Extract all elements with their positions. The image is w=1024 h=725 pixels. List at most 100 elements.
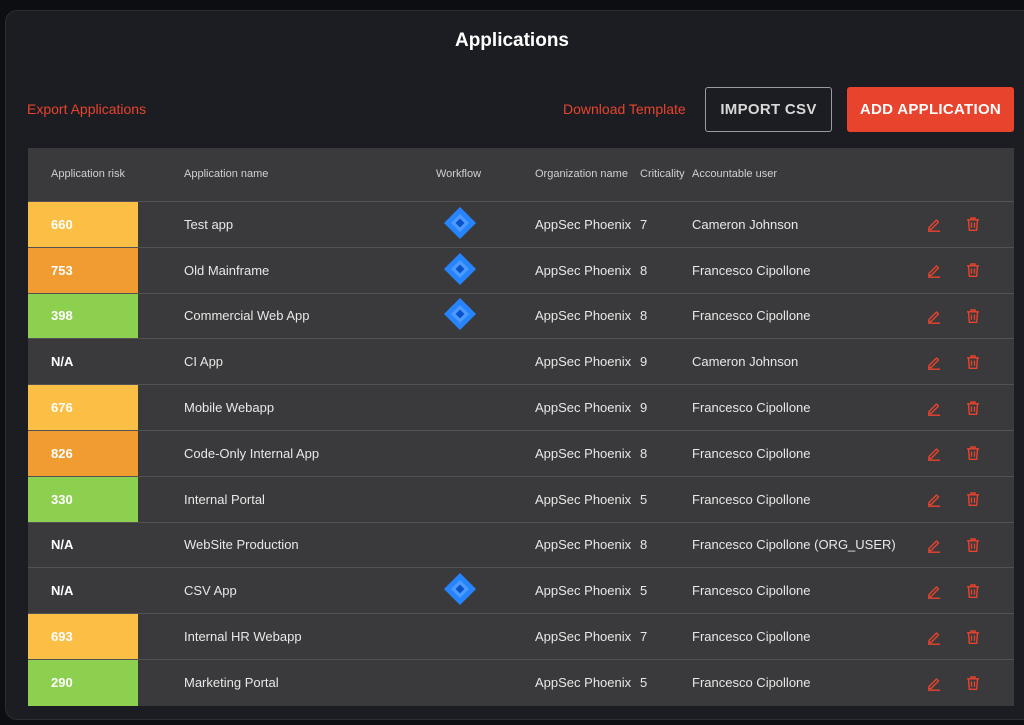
organization-name: AppSec Phoenix <box>535 308 632 324</box>
page-title: Applications <box>454 30 569 51</box>
add-application-button[interactable]: ADD APPLICATION <box>847 87 1014 132</box>
application-name[interactable]: Test app <box>184 202 233 247</box>
download-template-link[interactable]: Download Template <box>563 101 686 117</box>
trash-icon[interactable] <box>963 248 983 293</box>
criticality-value: 9 <box>640 354 648 370</box>
organization-name: AppSec Phoenix <box>535 445 632 461</box>
workflow-cell <box>442 248 478 293</box>
workflow-cell <box>442 477 478 522</box>
risk-score: N/A <box>51 537 74 553</box>
column-header-workflow[interactable]: Workflow <box>436 168 481 180</box>
organization-name: AppSec Phoenix <box>535 583 632 599</box>
accountable-user: Francesco Cipollone <box>692 445 811 461</box>
column-header-accountable-user[interactable]: Accountable user <box>692 168 777 180</box>
criticality-value: 8 <box>640 537 648 553</box>
trash-icon[interactable] <box>963 294 983 339</box>
risk-score: 290 <box>28 659 138 706</box>
edit-icon[interactable] <box>924 568 944 613</box>
trash-icon[interactable] <box>963 339 983 384</box>
workflow-cell <box>442 660 478 706</box>
table-row[interactable]: 398 Commercial Web App AppSec Phoenix 8 … <box>28 293 1014 340</box>
accountable-user: Cameron Johnson <box>692 216 799 232</box>
application-name[interactable]: Internal HR Webapp <box>184 614 302 659</box>
organization-name: AppSec Phoenix <box>535 491 632 507</box>
accountable-user: Francesco Cipollone <box>692 308 811 324</box>
risk-score: 676 <box>28 385 138 430</box>
workflow-cell <box>442 614 478 659</box>
table-row[interactable]: 753 Old Mainframe AppSec Phoenix 8 Franc… <box>28 247 1014 294</box>
trash-icon[interactable] <box>963 568 983 613</box>
edit-icon[interactable] <box>924 660 944 706</box>
criticality-value: 5 <box>640 675 648 691</box>
edit-icon[interactable] <box>924 431 944 476</box>
criticality-value: 7 <box>640 629 648 645</box>
table-row[interactable]: 660 Test app AppSec Phoenix 7 Cameron Jo… <box>28 202 1014 248</box>
table-row[interactable]: 693 Internal HR Webapp AppSec Phoenix 7 … <box>28 614 1014 660</box>
table-row[interactable]: 290 Marketing Portal AppSec Phoenix 5 Fr… <box>28 659 1014 706</box>
trash-icon[interactable] <box>963 202 983 247</box>
application-name[interactable]: Commercial Web App <box>184 294 309 339</box>
application-name[interactable]: Mobile Webapp <box>184 385 274 430</box>
workflow-cell <box>442 202 478 247</box>
application-name[interactable]: WebSite Production <box>184 523 299 568</box>
import-csv-button[interactable]: IMPORT CSV <box>705 87 832 132</box>
organization-name: AppSec Phoenix <box>535 216 632 232</box>
edit-icon[interactable] <box>924 614 944 659</box>
table-row[interactable]: N/A CSV App AppSec Phoenix 5 Francesco C… <box>28 568 1014 615</box>
table-header: Application risk Application name Workfl… <box>28 148 1014 202</box>
risk-score: 398 <box>28 293 138 339</box>
jira-icon[interactable] <box>443 206 477 243</box>
jira-icon[interactable] <box>443 572 477 609</box>
table-row[interactable]: 826 Code-Only Internal App AppSec Phoeni… <box>28 430 1014 477</box>
edit-icon[interactable] <box>924 202 944 247</box>
column-header-risk[interactable]: Application risk <box>51 168 125 180</box>
risk-score: 693 <box>28 614 138 659</box>
trash-icon[interactable] <box>963 523 983 568</box>
jira-icon[interactable] <box>443 297 477 334</box>
export-applications-link[interactable]: Export Applications <box>27 101 146 117</box>
application-name[interactable]: Internal Portal <box>184 477 265 522</box>
table-row[interactable]: N/A CI App AppSec Phoenix 9 Cameron John… <box>28 339 1014 386</box>
workflow-cell <box>442 568 478 613</box>
workflow-cell <box>442 339 478 384</box>
application-name[interactable]: CSV App <box>184 568 237 613</box>
column-header-criticality[interactable]: Criticality <box>640 168 685 180</box>
criticality-value: 7 <box>640 216 648 232</box>
accountable-user: Francesco Cipollone <box>692 583 811 599</box>
accountable-user: Francesco Cipollone <box>692 629 811 645</box>
column-header-organization[interactable]: Organization name <box>535 168 628 180</box>
table-row[interactable]: N/A WebSite Production AppSec Phoenix 8 … <box>28 523 1014 569</box>
application-name[interactable]: CI App <box>184 339 223 384</box>
trash-icon[interactable] <box>963 431 983 476</box>
risk-score: 826 <box>28 430 138 476</box>
application-name[interactable]: Code-Only Internal App <box>184 431 319 476</box>
application-name[interactable]: Old Mainframe <box>184 248 269 293</box>
workflow-cell <box>442 294 478 339</box>
criticality-value: 5 <box>640 491 648 507</box>
edit-icon[interactable] <box>924 385 944 430</box>
accountable-user: Francesco Cipollone <box>692 262 811 278</box>
trash-icon[interactable] <box>963 477 983 522</box>
accountable-user: Francesco Cipollone <box>692 400 811 416</box>
trash-icon[interactable] <box>963 385 983 430</box>
table-row[interactable]: 330 Internal Portal AppSec Phoenix 5 Fra… <box>28 476 1014 523</box>
column-header-name[interactable]: Application name <box>184 168 268 180</box>
risk-score: 753 <box>28 247 138 293</box>
risk-score: N/A <box>51 354 74 370</box>
edit-icon[interactable] <box>924 477 944 522</box>
application-name[interactable]: Marketing Portal <box>184 660 279 706</box>
accountable-user: Francesco Cipollone (ORG_USER) <box>692 537 896 553</box>
edit-icon[interactable] <box>924 248 944 293</box>
edit-icon[interactable] <box>924 523 944 568</box>
edit-icon[interactable] <box>924 339 944 384</box>
accountable-user: Francesco Cipollone <box>692 675 811 691</box>
jira-icon[interactable] <box>443 252 477 289</box>
trash-icon[interactable] <box>963 614 983 659</box>
table-row[interactable]: 676 Mobile Webapp AppSec Phoenix 9 Franc… <box>28 385 1014 431</box>
table-body: 660 Test app AppSec Phoenix 7 Cameron Jo… <box>28 202 1014 706</box>
trash-icon[interactable] <box>963 660 983 706</box>
criticality-value: 8 <box>640 445 648 461</box>
applications-table: Application risk Application name Workfl… <box>28 148 1014 706</box>
edit-icon[interactable] <box>924 294 944 339</box>
criticality-value: 8 <box>640 262 648 278</box>
